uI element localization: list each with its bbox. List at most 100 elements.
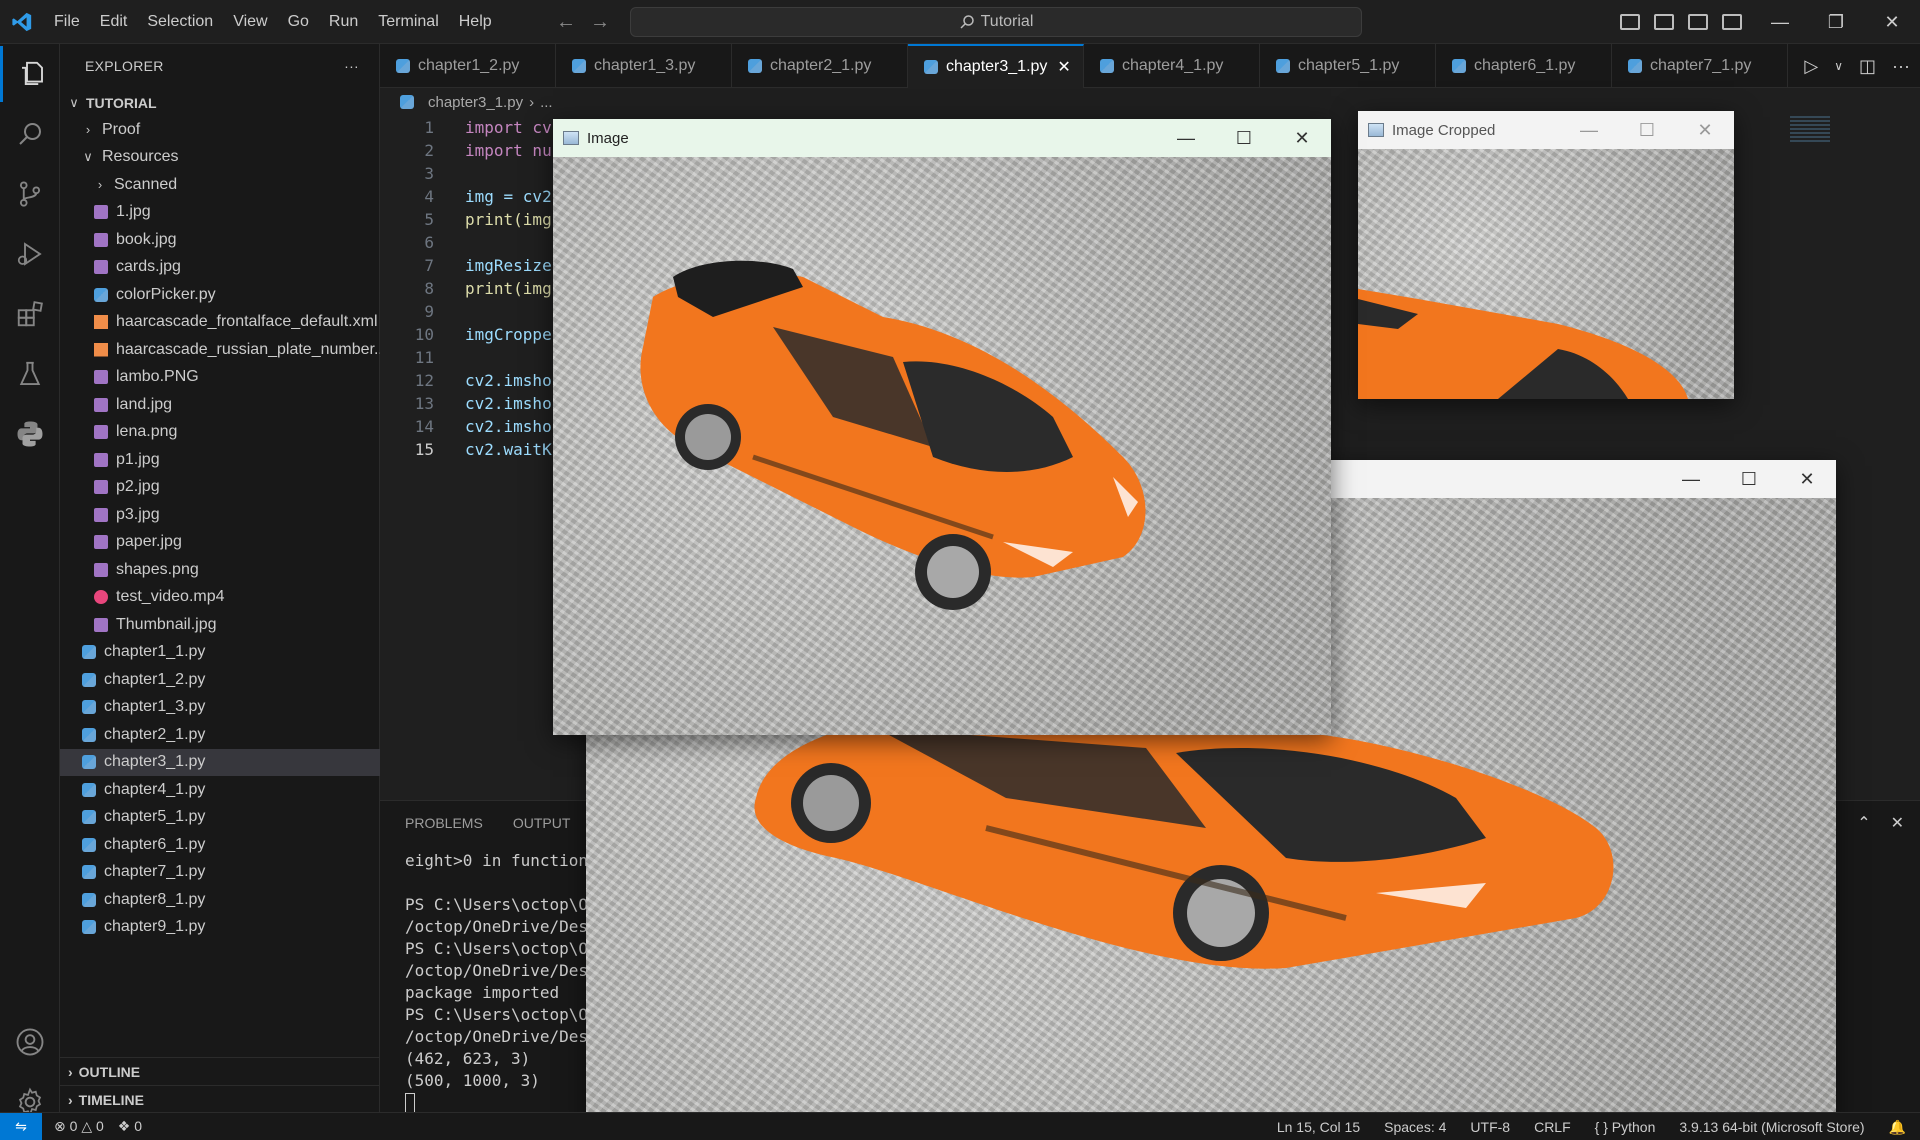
- file-item[interactable]: chapter5_1.py: [60, 804, 380, 831]
- image-cropped-window[interactable]: Image Cropped — ☐ ✕: [1358, 111, 1734, 399]
- more-actions-icon[interactable]: ···: [1892, 56, 1910, 77]
- tab-output[interactable]: OUTPUT: [513, 815, 571, 831]
- toggle-panel-icon[interactable]: [1654, 14, 1674, 30]
- file-item[interactable]: lena.png: [60, 419, 380, 446]
- close-panel-icon[interactable]: ✕: [1891, 813, 1904, 833]
- file-item[interactable]: paper.jpg: [60, 529, 380, 556]
- indentation[interactable]: Spaces: 4: [1384, 1119, 1446, 1135]
- close-icon[interactable]: ✕: [1778, 460, 1836, 498]
- folder-item[interactable]: ∨ Resources: [60, 144, 380, 171]
- image-window-titlebar[interactable]: Image — ☐ ✕: [553, 119, 1331, 157]
- ports-status[interactable]: ❖ 0: [118, 1118, 142, 1135]
- menu-selection[interactable]: Selection: [137, 0, 223, 44]
- file-item[interactable]: chapter1_3.py: [60, 694, 380, 721]
- folder-item[interactable]: › Scanned: [60, 171, 380, 198]
- maximize-panel-icon[interactable]: ⌃: [1857, 813, 1870, 833]
- file-item[interactable]: chapter7_1.py: [60, 859, 380, 886]
- file-item[interactable]: chapter8_1.py: [60, 886, 380, 913]
- more-actions-icon[interactable]: ···: [344, 58, 359, 74]
- file-encoding[interactable]: UTF-8: [1470, 1119, 1510, 1135]
- tab-chapter1-2[interactable]: chapter1_2.py: [380, 44, 556, 88]
- remote-indicator-icon[interactable]: ⇋: [0, 1112, 42, 1140]
- outline-section[interactable]: › OUTLINE: [60, 1057, 380, 1085]
- split-editor-icon[interactable]: ◫: [1859, 56, 1876, 77]
- file-item[interactable]: book.jpg: [60, 226, 380, 253]
- file-item[interactable]: Thumbnail.jpg: [60, 611, 380, 638]
- python-interpreter[interactable]: 3.9.13 64-bit (Microsoft Store): [1679, 1119, 1864, 1135]
- chevron-down-icon[interactable]: ∨: [1834, 59, 1843, 73]
- file-item[interactable]: 1.jpg: [60, 199, 380, 226]
- toggle-secondary-sidebar-icon[interactable]: [1688, 14, 1708, 30]
- file-item[interactable]: shapes.png: [60, 556, 380, 583]
- image-window[interactable]: Image — ☐ ✕: [553, 119, 1331, 735]
- close-icon[interactable]: ✕: [1273, 119, 1331, 157]
- toggle-primary-sidebar-icon[interactable]: [1620, 14, 1640, 30]
- close-icon[interactable]: ✕: [1676, 111, 1734, 149]
- file-item[interactable]: lambo.PNG: [60, 364, 380, 391]
- maximize-icon[interactable]: ☐: [1618, 111, 1676, 149]
- forward-arrow-icon[interactable]: →: [590, 11, 610, 34]
- back-arrow-icon[interactable]: ←: [556, 11, 576, 34]
- file-item[interactable]: chapter2_1.py: [60, 721, 380, 748]
- minimap[interactable]: [1790, 116, 1830, 144]
- language-mode[interactable]: { } Python: [1595, 1119, 1656, 1135]
- cursor-position[interactable]: Ln 15, Col 15: [1277, 1119, 1360, 1135]
- close-tab-icon[interactable]: ✕: [1057, 57, 1070, 77]
- tab-chapter6-1[interactable]: chapter6_1.py: [1436, 44, 1612, 88]
- file-item[interactable]: chapter9_1.py: [60, 914, 380, 941]
- cropped-window-titlebar[interactable]: Image Cropped — ☐ ✕: [1358, 111, 1734, 149]
- minimize-icon[interactable]: —: [1662, 460, 1720, 498]
- menu-view[interactable]: View: [223, 0, 277, 44]
- minimize-icon[interactable]: —: [1752, 0, 1808, 44]
- problems-status[interactable]: ⊗ 0 △ 0: [54, 1118, 104, 1135]
- tab-chapter7-1[interactable]: chapter7_1.py: [1612, 44, 1788, 88]
- minimize-icon[interactable]: —: [1560, 111, 1618, 149]
- accounts-icon[interactable]: [0, 1014, 60, 1070]
- file-item[interactable]: chapter4_1.py: [60, 776, 380, 803]
- tab-chapter3-1[interactable]: chapter3_1.py ✕: [908, 44, 1084, 88]
- source-control-icon[interactable]: [0, 166, 60, 222]
- restore-icon[interactable]: ❐: [1808, 0, 1864, 44]
- extensions-icon[interactable]: [0, 286, 60, 342]
- run-and-debug-icon[interactable]: [0, 226, 60, 282]
- file-item[interactable]: haarcascade_russian_plate_number....: [60, 336, 380, 363]
- minimize-icon[interactable]: —: [1157, 119, 1215, 157]
- file-item[interactable]: cards.jpg: [60, 254, 380, 281]
- file-item[interactable]: p1.jpg: [60, 446, 380, 473]
- file-item[interactable]: colorPicker.py: [60, 281, 380, 308]
- python-icon[interactable]: [0, 406, 60, 462]
- command-center-search[interactable]: Tutorial: [630, 7, 1362, 37]
- maximize-icon[interactable]: ☐: [1720, 460, 1778, 498]
- breadcrumb-file[interactable]: chapter3_1.py: [428, 94, 523, 111]
- customize-layout-icon[interactable]: [1722, 14, 1742, 30]
- file-item[interactable]: land.jpg: [60, 391, 380, 418]
- file-item[interactable]: chapter3_1.py: [60, 748, 380, 776]
- file-item[interactable]: test_video.mp4: [60, 584, 380, 611]
- menu-run[interactable]: Run: [319, 0, 368, 44]
- menu-help[interactable]: Help: [449, 0, 502, 44]
- menu-edit[interactable]: Edit: [90, 0, 138, 44]
- run-python-file-icon[interactable]: ▷: [1804, 56, 1818, 77]
- file-item[interactable]: p2.jpg: [60, 474, 380, 501]
- timeline-section[interactable]: › TIMELINE: [60, 1085, 380, 1113]
- file-item[interactable]: chapter1_1.py: [60, 639, 380, 666]
- file-item[interactable]: p3.jpg: [60, 501, 380, 528]
- tab-problems[interactable]: PROBLEMS: [405, 815, 483, 831]
- folder-item[interactable]: › Proof: [60, 116, 380, 143]
- menu-file[interactable]: File: [44, 0, 90, 44]
- file-item[interactable]: chapter1_2.py: [60, 666, 380, 693]
- tab-chapter4-1[interactable]: chapter4_1.py: [1084, 44, 1260, 88]
- file-item[interactable]: haarcascade_frontalface_default.xml: [60, 309, 380, 336]
- tab-chapter2-1[interactable]: chapter2_1.py: [732, 44, 908, 88]
- file-item[interactable]: chapter6_1.py: [60, 831, 380, 858]
- menu-terminal[interactable]: Terminal: [368, 0, 448, 44]
- close-icon[interactable]: ✕: [1864, 0, 1920, 44]
- testing-flask-icon[interactable]: [0, 346, 60, 402]
- menu-go[interactable]: Go: [278, 0, 319, 44]
- tab-chapter5-1[interactable]: chapter5_1.py: [1260, 44, 1436, 88]
- breadcrumb-symbol[interactable]: ...: [540, 94, 553, 111]
- tab-chapter1-3[interactable]: chapter1_3.py: [556, 44, 732, 88]
- explorer-icon[interactable]: [0, 46, 60, 102]
- end-of-line[interactable]: CRLF: [1534, 1119, 1571, 1135]
- workspace-root[interactable]: ∨ TUTORIAL: [60, 89, 380, 116]
